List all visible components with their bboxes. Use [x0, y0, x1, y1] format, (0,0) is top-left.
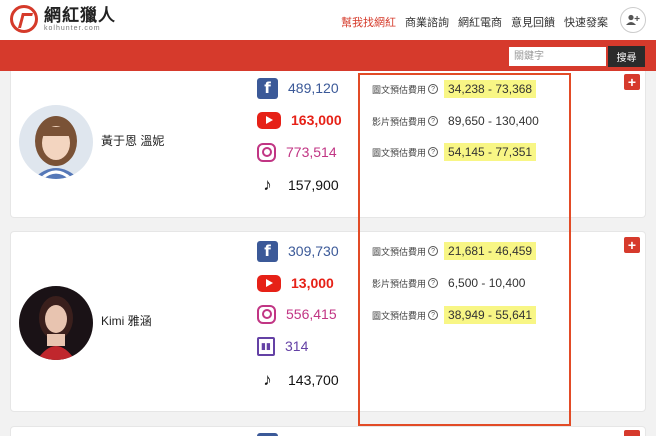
site-logo[interactable]: 網紅獵人 kolhunter.com	[10, 5, 116, 33]
help-icon[interactable]: ?	[428, 147, 439, 157]
video-price-row: 影片預估費用? 89,650 - 130,400	[372, 110, 543, 132]
facebook-followers: 309,730	[288, 243, 339, 259]
nav-business-consult[interactable]: 商業諮詢	[405, 14, 449, 30]
influencer-card: Kimi 雅涵 f 309,730 13,000 556,415 ▮▮ 314 …	[10, 231, 646, 412]
avatar[interactable]	[19, 105, 93, 179]
instagram-followers: 773,514	[286, 144, 337, 160]
top-header: 網紅獵人 kolhunter.com 幫我找網紅 商業諮詢 網紅電商 意見回饋 …	[0, 0, 656, 40]
post-price-label: 圖文預估費用	[372, 310, 427, 321]
nav-feedback[interactable]: 意見回饋	[511, 14, 555, 30]
video-price-label: 影片預估費用	[372, 116, 427, 127]
main-nav: 幫我找網紅 商業諮詢 網紅電商 意見回饋 快速發案	[332, 14, 608, 30]
help-icon[interactable]: ?	[428, 278, 439, 288]
tiktok-followers: 143,700	[288, 372, 339, 388]
nav-influencer-ecommerce[interactable]: 網紅電商	[458, 14, 502, 30]
post-price-label: 圖文預估費用	[372, 246, 427, 257]
search-bar: 搜尋	[0, 40, 656, 71]
youtube-icon	[257, 274, 281, 292]
influencer-name[interactable]: Kimi 雅涵	[101, 312, 152, 329]
facebook-row: f 309,730	[257, 238, 339, 264]
youtube-row: 163,000	[257, 107, 342, 133]
instagram-row: 773,514	[257, 139, 337, 165]
logo-title: 網紅獵人	[44, 5, 116, 25]
help-icon[interactable]: ?	[428, 310, 439, 320]
tiktok-followers: 157,900	[288, 177, 339, 193]
tiktok-icon: ♪	[263, 370, 272, 389]
youtube-row: 13,000	[257, 270, 334, 296]
post-price-value: 34,238 - 73,368	[444, 80, 537, 98]
tiktok-row: ♪ 157,900	[257, 172, 339, 198]
influencer-name[interactable]: 黃于恩 溫妮	[101, 132, 164, 149]
youtube-subscribers: 163,000	[291, 112, 342, 128]
search-input[interactable]	[509, 47, 606, 66]
tiktok-icon: ♪	[263, 175, 272, 194]
post-price-value: 38,949 - 55,641	[444, 306, 537, 324]
post-price-row: 圖文預估費用? 34,238 - 73,368	[372, 78, 537, 100]
add-user-icon[interactable]	[620, 7, 646, 33]
post-price-row: 圖文預估費用? 21,681 - 46,459	[372, 240, 537, 262]
add-button[interactable]: +	[624, 74, 640, 90]
video-price-row: 影片預估費用? 6,500 - 10,400	[372, 272, 529, 294]
youtube-subscribers: 13,000	[291, 275, 334, 291]
post-price-value: 54,145 - 77,351	[444, 143, 537, 161]
video-price-value: 89,650 - 130,400	[448, 114, 539, 128]
twitch-icon: ▮▮	[257, 336, 275, 356]
instagram-row: 556,415	[257, 301, 337, 327]
nav-quick-post[interactable]: 快速發案	[564, 14, 608, 30]
facebook-icon: f	[257, 77, 278, 99]
add-button[interactable]: +	[624, 237, 640, 253]
instagram-followers: 556,415	[286, 306, 337, 322]
video-price-value: 6,500 - 10,400	[448, 276, 526, 290]
twitch-row: ▮▮ 314	[257, 333, 308, 359]
twitch-followers: 314	[285, 338, 309, 354]
influencer-card: 黃于恩 溫妮 f 489,120 163,000 773,514 ♪ 157,9…	[10, 71, 646, 218]
logo-icon	[10, 5, 38, 33]
nav-find-influencer[interactable]: 幫我找網紅	[341, 14, 396, 30]
avatar[interactable]	[19, 286, 93, 360]
post-price-label: 圖文預估費用	[372, 147, 427, 158]
help-icon[interactable]: ?	[428, 84, 439, 94]
help-icon[interactable]: ?	[428, 246, 439, 256]
facebook-row: f 489,120	[257, 75, 339, 101]
instagram-icon	[257, 304, 276, 324]
video-price-label: 影片預估費用	[372, 278, 427, 289]
help-icon[interactable]: ?	[428, 116, 439, 126]
influencer-card	[10, 426, 646, 436]
post-price-row: 圖文預估費用? 38,949 - 55,641	[372, 304, 537, 326]
add-button[interactable]	[624, 430, 640, 436]
facebook-icon: f	[257, 240, 278, 262]
search-button[interactable]: 搜尋	[608, 46, 645, 67]
logo-subtitle: kolhunter.com	[44, 24, 101, 32]
post-price-label: 圖文預估費用	[372, 84, 427, 95]
youtube-icon	[257, 111, 281, 129]
facebook-followers: 489,120	[288, 80, 339, 96]
post-price-row: 圖文預估費用? 54,145 - 77,351	[372, 141, 537, 163]
tiktok-row: ♪ 143,700	[257, 367, 339, 393]
post-price-value: 21,681 - 46,459	[444, 242, 537, 260]
instagram-icon	[257, 142, 276, 162]
